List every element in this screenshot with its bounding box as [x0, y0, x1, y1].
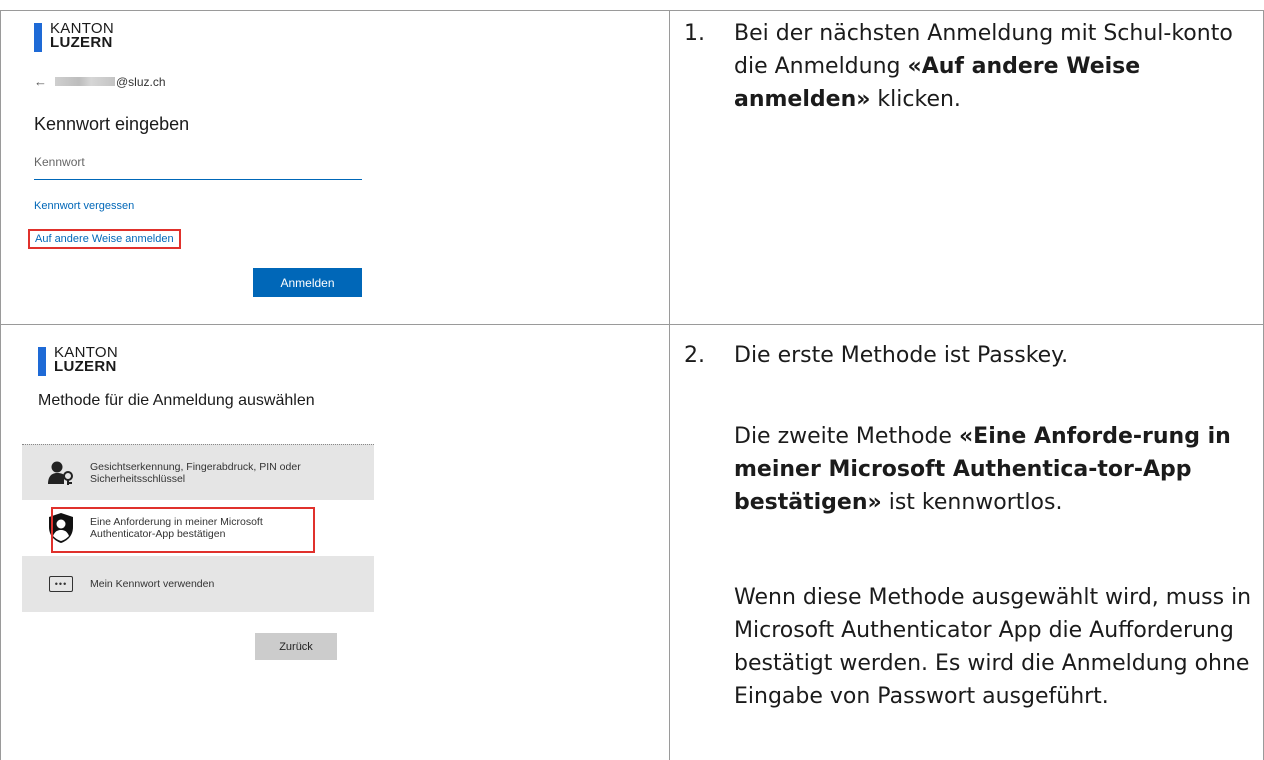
step1-number: 1.: [684, 21, 705, 46]
kanton-luzern-logo: KANTON LUZERN: [34, 21, 114, 52]
password-field[interactable]: Kennwort: [34, 155, 362, 180]
highlight-frame: [51, 507, 315, 553]
kanton-luzern-logo-2: KANTON LUZERN: [38, 345, 118, 376]
other-signin-link[interactable]: Auf andere Weise anmelden: [28, 229, 181, 249]
table-row-divider: [0, 324, 1264, 325]
redacted-username: [55, 77, 115, 86]
table-border-left: [0, 10, 1, 760]
logo-line2: LUZERN: [50, 34, 113, 51]
email-row: ← @sluz.ch: [34, 74, 166, 89]
method-option-password-label: Mein Kennwort verwenden: [90, 578, 215, 590]
method-option-password[interactable]: ••• Mein Kennwort verwenden: [22, 556, 374, 612]
step2-number: 2.: [684, 343, 705, 368]
step2-para2-after: ist kennwortlos.: [881, 490, 1063, 515]
step2-para2-before: Die zweite Methode: [734, 424, 959, 449]
forgot-password-link[interactable]: Kennwort vergessen: [34, 200, 134, 212]
step1-text: Bei der nächsten Anmeldung mit Schul-kon…: [734, 17, 1254, 116]
login-screenshot: KANTON LUZERN ← @sluz.ch Kennwort eingeb…: [16, 10, 362, 310]
table-column-divider: [669, 10, 670, 760]
method-option-authenticator[interactable]: Eine Anforderung in meiner Microsoft Aut…: [22, 500, 374, 556]
signin-button[interactable]: Anmelden: [253, 268, 362, 297]
email-domain: @sluz.ch: [116, 74, 166, 89]
method-option-passkey[interactable]: Gesichtserkennung, Fingerabdruck, PIN od…: [22, 444, 374, 501]
method-screenshot: KANTON LUZERN Methode für die Anmeldung …: [18, 340, 378, 720]
back-button[interactable]: Zurück: [255, 633, 337, 660]
step2-para2: Die zweite Methode «Eine Anforde-rung in…: [734, 420, 1254, 519]
method-heading: Methode für die Anmeldung auswählen: [38, 392, 315, 409]
password-dots-icon: •••: [46, 569, 76, 599]
user-key-icon: [46, 458, 76, 488]
method-option-passkey-label: Gesichtserkennung, Fingerabdruck, PIN od…: [90, 461, 301, 485]
step1-text-after: klicken.: [870, 87, 961, 112]
logo-line2-2: LUZERN: [54, 358, 117, 375]
step2-para1: Die erste Methode ist Passkey.: [734, 343, 1069, 368]
logo-bar: [34, 23, 42, 52]
step2-para3: Wenn diese Methode ausgewählt wird, muss…: [734, 585, 1252, 709]
password-placeholder: Kennwort: [34, 155, 85, 169]
back-arrow-icon[interactable]: ←: [34, 74, 47, 89]
password-heading: Kennwort eingeben: [34, 114, 190, 134]
logo-bar-2: [38, 347, 46, 376]
